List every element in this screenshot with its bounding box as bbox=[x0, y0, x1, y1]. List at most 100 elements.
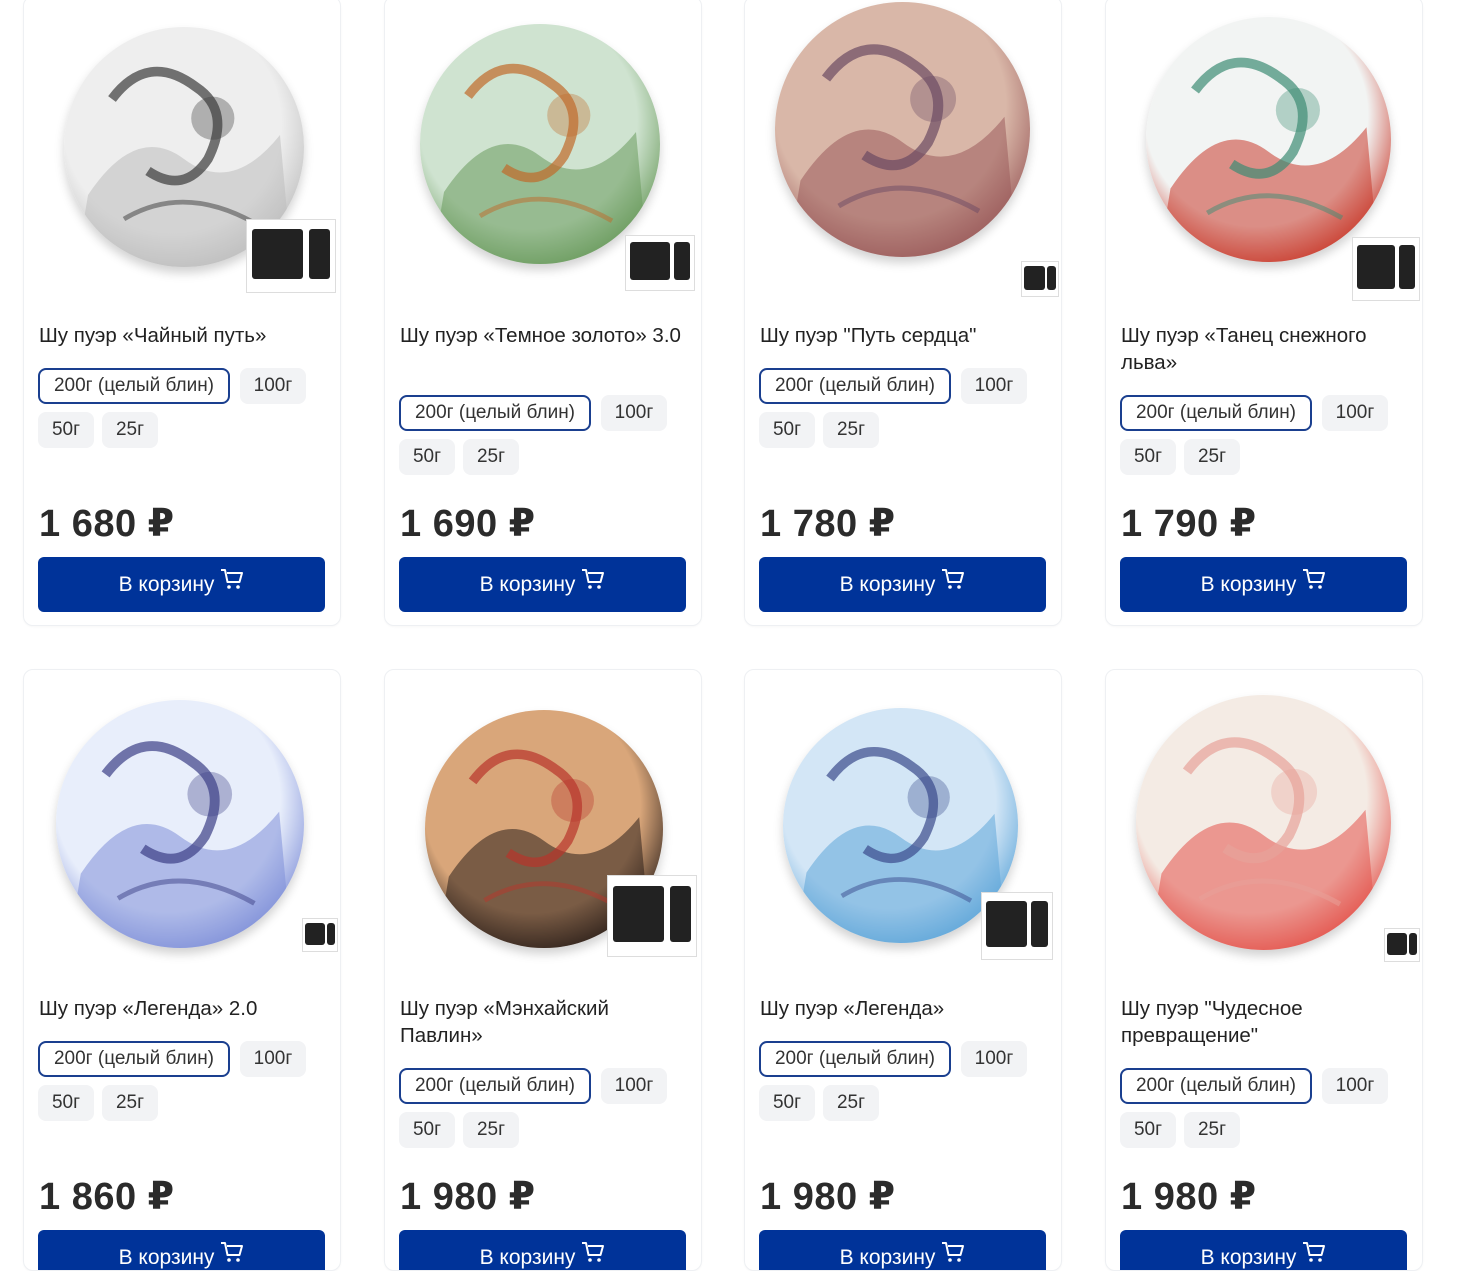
weight-option[interactable]: 25г bbox=[102, 412, 158, 448]
product-card[interactable]: Шу пуэр "Путь сердца" 200г (целый блин) 10… bbox=[744, 0, 1062, 626]
product-image[interactable] bbox=[745, 670, 1061, 978]
weight-option[interactable]: 25г bbox=[823, 412, 879, 448]
brand-logo-watermark bbox=[1021, 261, 1059, 297]
product-title[interactable]: Шу пуэр "Чудесное превращение" bbox=[1121, 995, 1411, 1049]
add-to-cart-label: В корзину bbox=[479, 573, 576, 596]
weight-option[interactable]: 50г bbox=[759, 412, 815, 448]
add-to-cart-button[interactable]: В корзину bbox=[1120, 1229, 1407, 1270]
weight-option[interactable]: 50г bbox=[38, 1085, 94, 1121]
product-image[interactable] bbox=[24, 0, 340, 305]
weight-option[interactable]: 25г bbox=[463, 1112, 519, 1148]
product-price: 1 980 ₽ bbox=[400, 1176, 536, 1218]
product-image[interactable] bbox=[745, 0, 1061, 305]
tea-cake-image bbox=[1146, 17, 1391, 262]
tea-cake-image bbox=[1136, 695, 1391, 950]
weight-option[interactable]: 50г bbox=[1120, 1112, 1176, 1148]
product-card[interactable]: Шу пуэр «Мэнхайский Павлин» 200г (целый б… bbox=[384, 669, 702, 1271]
weight-option[interactable]: 100г bbox=[601, 1068, 667, 1104]
weight-option-selected[interactable]: 200г (целый блин) bbox=[38, 368, 230, 404]
product-price: 1 980 ₽ bbox=[760, 1176, 896, 1218]
weight-option[interactable]: 25г bbox=[463, 439, 519, 475]
weight-option-selected[interactable]: 200г (целый блин) bbox=[759, 1041, 951, 1077]
add-to-cart-label: В корзину bbox=[839, 573, 936, 596]
tea-cake-illustration bbox=[1146, 17, 1391, 262]
add-to-cart-label: В корзину bbox=[839, 1246, 936, 1269]
add-to-cart-button[interactable]: В корзину bbox=[399, 557, 686, 612]
weight-option[interactable]: 100г bbox=[961, 1041, 1027, 1077]
weight-option[interactable]: 50г bbox=[38, 412, 94, 448]
product-title[interactable]: Шу пуэр «Мэнхайский Павлин» bbox=[400, 995, 690, 1049]
cart-icon bbox=[581, 1229, 605, 1270]
product-title[interactable]: Шу пуэр «Легенда» bbox=[760, 995, 1050, 1022]
brand-logo-watermark bbox=[625, 235, 695, 291]
add-to-cart-button[interactable]: В корзину bbox=[399, 1229, 686, 1270]
product-image[interactable] bbox=[385, 670, 701, 978]
tea-cake-illustration bbox=[56, 700, 304, 948]
add-to-cart-label: В корзину bbox=[1200, 573, 1297, 596]
product-title[interactable]: Шу пуэр «Легенда» 2.0 bbox=[39, 995, 329, 1022]
add-to-cart-label: В корзину bbox=[479, 1246, 576, 1269]
product-price: 1 790 ₽ bbox=[1121, 503, 1257, 545]
product-card[interactable]: Шу пуэр «Легенда» 2.0 200г (целый блин) 10… bbox=[23, 669, 341, 1271]
weight-option[interactable]: 50г bbox=[1120, 439, 1176, 475]
weight-option[interactable]: 100г bbox=[240, 1041, 306, 1077]
cart-icon bbox=[1302, 1229, 1326, 1270]
weight-option[interactable]: 50г bbox=[399, 1112, 455, 1148]
add-to-cart-label: В корзину bbox=[1200, 1246, 1297, 1269]
weight-option-selected[interactable]: 200г (целый блин) bbox=[759, 368, 951, 404]
product-price: 1 690 ₽ bbox=[400, 503, 536, 545]
tea-cake-illustration bbox=[775, 2, 1030, 257]
brand-logo-watermark bbox=[246, 219, 336, 293]
weight-option[interactable]: 25г bbox=[102, 1085, 158, 1121]
cart-icon bbox=[581, 556, 605, 611]
weight-option[interactable]: 100г bbox=[601, 395, 667, 431]
add-to-cart-button[interactable]: В корзину bbox=[38, 557, 325, 612]
product-card[interactable]: Шу пуэр "Чудесное превращение" 200г (целы… bbox=[1105, 669, 1423, 1271]
add-to-cart-button[interactable]: В корзину bbox=[759, 1229, 1046, 1270]
cart-icon bbox=[941, 1229, 965, 1270]
add-to-cart-button[interactable]: В корзину bbox=[759, 557, 1046, 612]
product-card[interactable]: Шу пуэр «Темное золото» 3.0 200г (целый б… bbox=[384, 0, 702, 626]
product-image[interactable] bbox=[1106, 670, 1422, 978]
tea-cake-image bbox=[420, 24, 660, 264]
product-price: 1 780 ₽ bbox=[760, 503, 896, 545]
weight-option[interactable]: 25г bbox=[1184, 1112, 1240, 1148]
weight-option[interactable]: 50г bbox=[399, 439, 455, 475]
weight-option[interactable]: 100г bbox=[240, 368, 306, 404]
weight-option-selected[interactable]: 200г (целый блин) bbox=[399, 395, 591, 431]
product-card[interactable]: Шу пуэр «Чайный путь» 200г (целый блин) 10… bbox=[23, 0, 341, 626]
weight-option[interactable]: 25г bbox=[823, 1085, 879, 1121]
product-card[interactable]: Шу пуэр «Легенда» 200г (целый блин) 100г 50… bbox=[744, 669, 1062, 1271]
product-price: 1 980 ₽ bbox=[1121, 1176, 1257, 1218]
weight-option-selected[interactable]: 200г (целый блин) bbox=[399, 1068, 591, 1104]
product-title[interactable]: Шу пуэр «Танец снежного льва» bbox=[1121, 322, 1411, 376]
cart-icon bbox=[941, 556, 965, 611]
product-image[interactable] bbox=[385, 0, 701, 305]
add-to-cart-button[interactable]: В корзину bbox=[1120, 557, 1407, 612]
product-title[interactable]: Шу пуэр «Чайный путь» bbox=[39, 322, 329, 349]
brand-logo-watermark bbox=[302, 918, 338, 952]
tea-cake-illustration bbox=[1136, 695, 1391, 950]
weight-option-selected[interactable]: 200г (целый блин) bbox=[1120, 395, 1312, 431]
add-to-cart-label: В корзину bbox=[118, 573, 215, 596]
weight-option-selected[interactable]: 200г (целый блин) bbox=[1120, 1068, 1312, 1104]
product-image[interactable] bbox=[24, 670, 340, 978]
weight-option[interactable]: 50г bbox=[759, 1085, 815, 1121]
tea-cake-image bbox=[56, 700, 304, 948]
cart-icon bbox=[220, 556, 244, 611]
product-image[interactable] bbox=[1106, 0, 1422, 305]
add-to-cart-label: В корзину bbox=[118, 1246, 215, 1269]
tea-cake-illustration bbox=[420, 24, 660, 264]
weight-option-selected[interactable]: 200г (целый блин) bbox=[38, 1041, 230, 1077]
add-to-cart-button[interactable]: В корзину bbox=[38, 1230, 325, 1270]
weight-option[interactable]: 100г bbox=[1322, 395, 1388, 431]
product-price: 1 860 ₽ bbox=[39, 1176, 175, 1218]
weight-option[interactable]: 100г bbox=[961, 368, 1027, 404]
weight-option[interactable]: 25г bbox=[1184, 439, 1240, 475]
product-title[interactable]: Шу пуэр "Путь сердца" bbox=[760, 322, 1050, 349]
tea-cake-image bbox=[775, 2, 1030, 257]
weight-option[interactable]: 100г bbox=[1322, 1068, 1388, 1104]
cart-icon bbox=[1302, 556, 1326, 611]
product-title[interactable]: Шу пуэр «Темное золото» 3.0 bbox=[400, 322, 690, 349]
product-card[interactable]: Шу пуэр «Танец снежного льва» 200г (целый… bbox=[1105, 0, 1423, 626]
